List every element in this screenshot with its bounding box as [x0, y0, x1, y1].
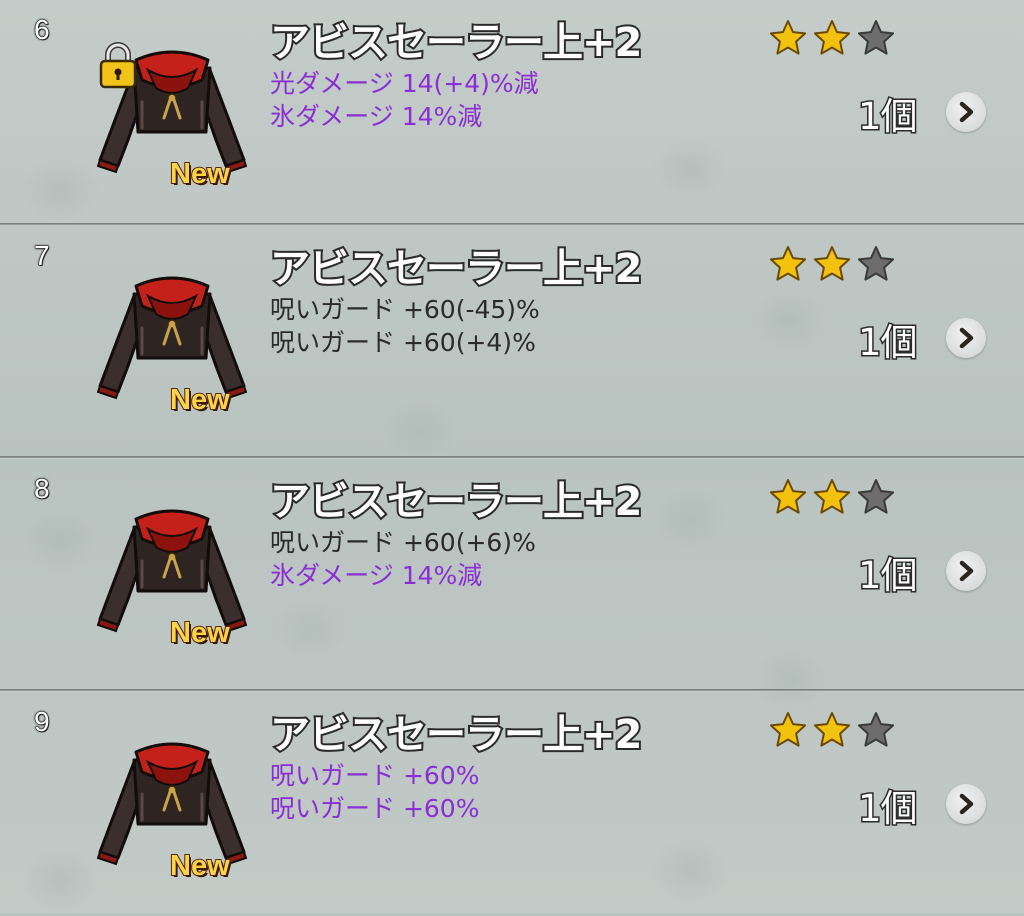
item-count: 1個 — [857, 553, 920, 599]
item-effect-2: 呪いガード +60(+4)% — [270, 328, 536, 357]
detail-arrow-button[interactable] — [946, 551, 986, 591]
star-empty-icon — [857, 246, 895, 281]
row-divider — [0, 456, 1024, 459]
star-rating — [769, 20, 895, 55]
item-index: 6 — [34, 14, 51, 46]
star-rating — [769, 246, 895, 281]
item-effect-1: 呪いガード +60% — [270, 761, 480, 790]
item-effect-1: 呪いガード +60(+6)% — [270, 528, 536, 557]
item-effect-2: 呪いガード +60% — [270, 794, 480, 823]
item-name: アビスセーラー上+2 — [268, 710, 644, 760]
item-index: 7 — [34, 240, 51, 272]
item-count: 1個 — [857, 786, 920, 832]
star-rating — [769, 479, 895, 514]
star-empty-icon — [857, 712, 895, 747]
star-filled-icon — [769, 712, 807, 747]
chevron-right-icon — [959, 327, 974, 349]
chevron-right-icon — [959, 560, 974, 582]
item-index: 9 — [34, 706, 51, 738]
item-effect-2: 氷ダメージ 14%減 — [270, 561, 483, 590]
detail-arrow-button[interactable] — [946, 784, 986, 824]
star-filled-icon — [769, 479, 807, 514]
item-row[interactable]: 7 New アビスセーラー上+2 呪いガード +60(-45)% 呪いガード +… — [0, 226, 1024, 450]
star-empty-icon — [857, 20, 895, 55]
star-filled-icon — [813, 20, 851, 55]
detail-arrow-button[interactable] — [946, 318, 986, 358]
detail-arrow-button[interactable] — [946, 92, 986, 132]
item-row[interactable]: 6 New アビスセーラー上+2 光ダメージ 14(+4)%減 氷ダメージ 14… — [0, 0, 1024, 224]
row-divider — [0, 223, 1024, 226]
star-rating — [769, 712, 895, 747]
new-badge: New — [169, 616, 231, 650]
chevron-right-icon — [959, 101, 974, 123]
item-name: アビスセーラー上+2 — [268, 244, 644, 294]
star-filled-icon — [769, 246, 807, 281]
item-name: アビスセーラー上+2 — [268, 18, 644, 68]
item-count: 1個 — [857, 320, 920, 366]
new-badge: New — [169, 849, 231, 883]
item-effect-2: 氷ダメージ 14%減 — [270, 102, 483, 131]
star-filled-icon — [813, 712, 851, 747]
new-badge: New — [169, 157, 231, 191]
item-name: アビスセーラー上+2 — [268, 477, 644, 527]
item-effect-1: 光ダメージ 14(+4)%減 — [270, 69, 539, 98]
item-effect-1: 呪いガード +60(-45)% — [270, 295, 540, 324]
star-filled-icon — [813, 246, 851, 281]
star-empty-icon — [857, 479, 895, 514]
row-divider — [0, 689, 1024, 692]
item-index: 8 — [34, 473, 51, 505]
new-badge: New — [169, 383, 231, 417]
item-count: 1個 — [857, 94, 920, 140]
lock-icon — [99, 42, 137, 89]
star-filled-icon — [813, 479, 851, 514]
item-row[interactable]: 9 New アビスセーラー上+2 呪いガード +60% 呪いガード +60% 1… — [0, 692, 1024, 916]
item-list: 6 New アビスセーラー上+2 光ダメージ 14(+4)%減 氷ダメージ 14… — [0, 0, 1024, 913]
star-filled-icon — [769, 20, 807, 55]
item-row[interactable]: 8 New アビスセーラー上+2 呪いガード +60(+6)% 氷ダメージ 14… — [0, 459, 1024, 683]
chevron-right-icon — [959, 793, 974, 815]
